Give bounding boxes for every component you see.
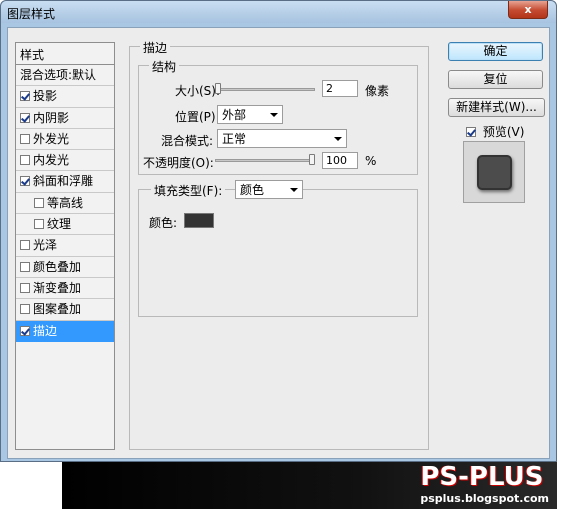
style-preview — [463, 141, 525, 203]
structure-group: 结构 大小(S): 2 像素 位置(P): 外部 混合模式: 正常 不透明度(O… — [138, 58, 418, 175]
fill-type-select[interactable]: 颜色 — [235, 180, 303, 199]
chevron-down-icon — [334, 137, 342, 141]
fill-type-group: 填充类型(F): 颜色 颜色: — [138, 180, 418, 317]
style-list-item-label: 外发光 — [33, 131, 70, 146]
style-list-item-label: 图案叠加 — [33, 302, 82, 317]
blend-mode-select[interactable]: 正常 — [217, 129, 347, 148]
style-list-checkbox[interactable] — [20, 240, 30, 251]
style-list-item-label: 渐变叠加 — [33, 280, 82, 295]
style-list-item-label: 纹理 — [47, 217, 72, 232]
style-list-item[interactable]: 颜色叠加 — [16, 257, 114, 278]
style-list-checkbox[interactable] — [20, 155, 30, 166]
position-label: 位置(P): — [175, 110, 220, 124]
style-list-checkbox[interactable] — [20, 133, 30, 144]
color-swatch[interactable] — [184, 213, 214, 228]
style-list-item-label: 混合选项:默认 — [20, 68, 97, 82]
style-list-checkbox[interactable] — [20, 91, 30, 102]
dialog-body: 样式 混合选项:默认投影内阴影外发光内发光斜面和浮雕等高线纹理光泽颜色叠加渐变叠… — [7, 27, 550, 459]
style-list-checkbox[interactable] — [34, 197, 44, 208]
position-select-value: 外部 — [222, 108, 247, 122]
style-list-item[interactable]: 等高线 — [16, 193, 114, 215]
opacity-label: 不透明度(O): — [143, 156, 214, 170]
style-list: 样式 混合选项:默认投影内阴影外发光内发光斜面和浮雕等高线纹理光泽颜色叠加渐变叠… — [15, 42, 115, 450]
title-bar[interactable]: 图层样式 x — [1, 1, 556, 23]
style-list-checkbox[interactable] — [20, 304, 30, 315]
position-select[interactable]: 外部 — [217, 105, 283, 124]
close-button[interactable]: x — [508, 1, 548, 19]
chevron-down-icon — [290, 188, 298, 192]
style-list-item-label: 投影 — [33, 89, 58, 104]
style-list-checkbox[interactable] — [20, 112, 30, 123]
background-strip: PS-PLUS psplus.blogspot.com — [62, 462, 557, 509]
size-label: 大小(S): — [175, 84, 221, 98]
style-list-item[interactable]: 渐变叠加 — [16, 278, 114, 300]
style-list-item[interactable]: 图案叠加 — [16, 299, 114, 321]
style-list-item[interactable]: 外发光 — [16, 129, 114, 151]
style-list-item[interactable]: 混合选项:默认 — [16, 65, 114, 87]
watermark-title: PS-PLUS — [420, 462, 544, 492]
color-label: 颜色: — [149, 216, 178, 230]
style-list-item[interactable]: 投影 — [16, 86, 114, 108]
style-preview-swatch — [477, 155, 512, 190]
style-list-item-label: 光泽 — [33, 238, 58, 253]
style-list-item[interactable]: 描边 — [16, 320, 114, 342]
chevron-down-icon — [270, 113, 278, 117]
blend-mode-select-value: 正常 — [222, 132, 247, 146]
preview-checkbox[interactable] — [466, 127, 476, 137]
stroke-group-title: 描边 — [140, 39, 171, 56]
watermark-logo: PS-PLUS psplus.blogspot.com — [420, 462, 549, 505]
style-list-item[interactable]: 内阴影 — [16, 108, 114, 129]
blend-mode-label: 混合模式: — [161, 134, 214, 148]
style-list-item[interactable]: 光泽 — [16, 235, 114, 257]
style-list-header[interactable]: 样式 — [16, 43, 114, 65]
ok-button[interactable]: 确定 — [448, 42, 543, 61]
opacity-slider-track[interactable] — [215, 159, 315, 162]
layer-style-dialog: 图层样式 x 样式 混合选项:默认投影内阴影外发光内发光斜面和浮雕等高线纹理光泽… — [0, 0, 557, 462]
preview-toggle[interactable]: 预览(V) — [466, 123, 524, 140]
size-unit-label: 像素 — [365, 84, 390, 98]
opacity-input[interactable]: 100 — [322, 152, 358, 169]
stroke-group: 描边 结构 大小(S): 2 像素 位置(P): 外部 混合模式: 正常 不透明… — [129, 39, 429, 450]
style-list-item[interactable]: 斜面和浮雕 — [16, 171, 114, 193]
style-list-checkbox[interactable] — [20, 176, 30, 187]
fill-type-label: 填充类型(F): — [151, 182, 226, 199]
style-list-item-label: 等高线 — [47, 195, 84, 210]
preview-label: 预览(V) — [482, 125, 525, 139]
style-list-checkbox[interactable] — [20, 282, 30, 293]
style-list-item-label: 内阴影 — [33, 110, 70, 125]
opacity-unit-label: % — [365, 154, 377, 168]
fill-type-select-value: 颜色 — [240, 183, 265, 197]
opacity-slider-thumb[interactable] — [309, 154, 315, 165]
style-list-checkbox[interactable] — [20, 325, 30, 336]
dialog-title: 图层样式 — [7, 7, 56, 21]
style-list-item-label: 斜面和浮雕 — [33, 174, 94, 189]
style-list-checkbox[interactable] — [20, 261, 30, 272]
style-list-item-label: 描边 — [33, 323, 58, 338]
reset-button[interactable]: 复位 — [448, 70, 543, 89]
watermark-url: psplus.blogspot.com — [420, 492, 549, 505]
size-slider-thumb[interactable] — [215, 83, 221, 94]
style-list-item[interactable]: 纹理 — [16, 214, 114, 236]
style-list-item[interactable]: 内发光 — [16, 150, 114, 172]
style-list-checkbox[interactable] — [34, 219, 44, 230]
size-input[interactable]: 2 — [322, 80, 358, 97]
style-list-item-label: 颜色叠加 — [33, 259, 82, 274]
structure-group-title: 结构 — [149, 58, 180, 75]
size-slider-track[interactable] — [215, 88, 315, 91]
new-style-button[interactable]: 新建样式(W)... — [448, 98, 545, 117]
style-list-item-label: 内发光 — [33, 153, 70, 168]
